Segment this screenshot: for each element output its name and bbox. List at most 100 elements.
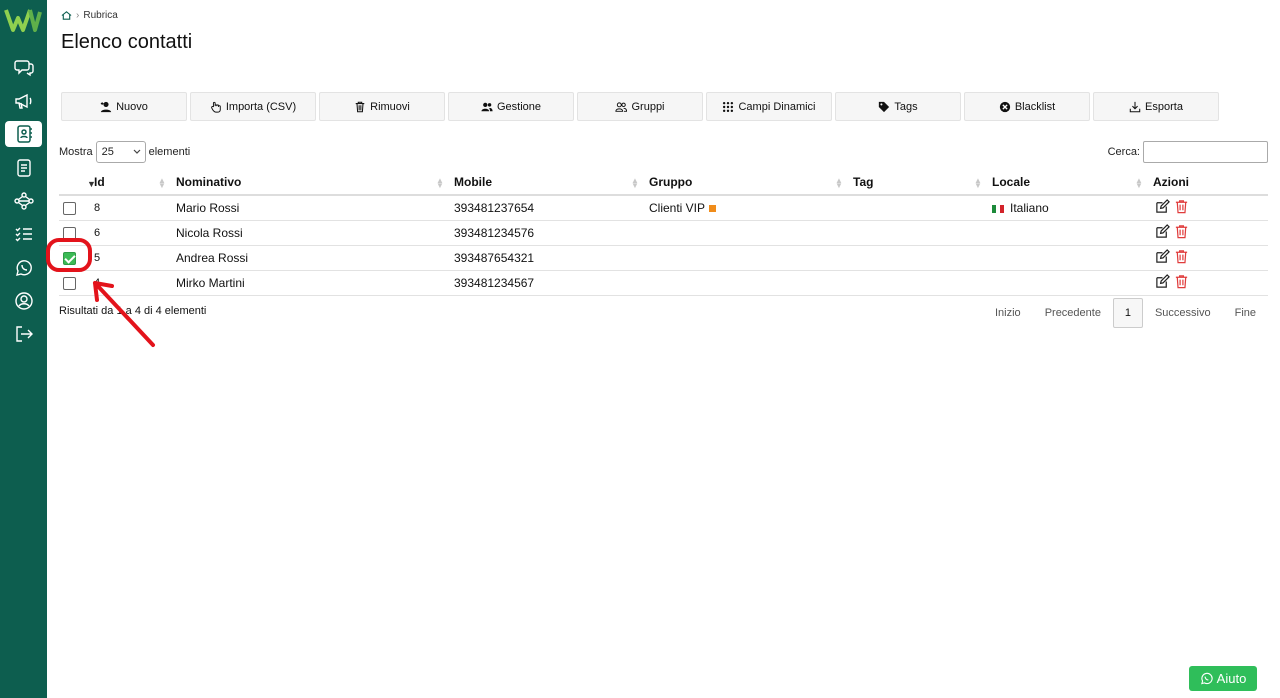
breadcrumb: › Rubrica [61, 10, 118, 21]
notebook-icon[interactable] [5, 155, 42, 181]
locale-label: Italiano [1010, 200, 1049, 215]
profile-icon[interactable] [5, 288, 42, 314]
add-user-icon [100, 101, 112, 112]
header-mobile-label: Mobile [454, 175, 492, 189]
cell-group [649, 220, 853, 246]
remove-button[interactable]: Rimuovi [319, 92, 445, 121]
tags-button[interactable]: Tags [835, 92, 961, 121]
hand-pointer-icon [211, 101, 221, 113]
export-label: Esporta [1145, 100, 1183, 113]
help-button[interactable]: Aiuto [1189, 666, 1257, 691]
cell-locale [992, 270, 1153, 296]
pagination: Inizio Precedente 1 Successivo Fine [983, 298, 1268, 328]
header-mobile[interactable]: Mobile ▲ ▼ [454, 170, 649, 196]
contacts-icon[interactable] [5, 121, 42, 147]
page-first[interactable]: Inizio [983, 298, 1033, 328]
delete-icon[interactable] [1174, 199, 1189, 214]
edit-icon[interactable] [1155, 223, 1170, 239]
row-checkbox[interactable] [63, 201, 76, 215]
breadcrumb-current: Rubrica [83, 10, 118, 21]
header-tag[interactable]: Tag ▲ ▼ [853, 170, 992, 196]
page-length-select[interactable]: 25 [95, 141, 146, 163]
search-input[interactable] [1143, 141, 1268, 163]
grid-icon [723, 101, 734, 112]
table-info: Risultati da 1 a 4 di 4 elementi [59, 305, 207, 317]
header-tag-label: Tag [853, 175, 874, 189]
delete-icon[interactable] [1174, 274, 1189, 289]
whatsapp-icon[interactable] [5, 255, 42, 281]
row-checkbox[interactable] [63, 276, 76, 290]
page-current[interactable]: 1 [1112, 298, 1143, 328]
edit-icon[interactable] [1155, 198, 1170, 214]
manage-button[interactable]: Gestione [448, 92, 574, 121]
row-actions [1155, 248, 1189, 264]
edit-icon[interactable] [1155, 273, 1170, 289]
page-title: Elenco contatti [61, 31, 193, 53]
groups-label: Gruppi [631, 100, 665, 113]
header-actions: Azioni [1153, 170, 1268, 196]
export-button[interactable]: Esporta [1093, 92, 1219, 121]
remove-label: Rimuovi [370, 100, 410, 113]
ban-icon [999, 101, 1010, 112]
row-select-cell [59, 270, 94, 296]
sort-icon: ▲ ▼ [631, 176, 639, 190]
row-actions [1155, 198, 1189, 214]
users-icon [481, 102, 493, 111]
blacklist-button[interactable]: Blacklist [964, 92, 1090, 121]
cell-name: Andrea Rossi [176, 245, 454, 271]
import-csv-button[interactable]: Importa (CSV) [190, 92, 316, 121]
cell-actions [1153, 195, 1268, 221]
chat-icon[interactable] [5, 54, 42, 80]
row-checkbox[interactable] [63, 251, 76, 265]
cell-locale [992, 245, 1153, 271]
header-locale-label: Locale [992, 175, 1031, 189]
cell-group [649, 270, 853, 296]
dynamic-fields-label: Campi Dinamici [738, 100, 816, 113]
row-actions [1155, 273, 1189, 289]
cell-tag [853, 220, 992, 246]
dynamic-fields-button[interactable]: Campi Dinamici [706, 92, 832, 121]
delete-icon[interactable] [1174, 249, 1189, 264]
delete-icon[interactable] [1174, 224, 1189, 239]
table-row[interactable]: 5 Andrea Rossi 393487654321 [59, 245, 1268, 271]
logout-icon[interactable] [5, 321, 42, 347]
trash-icon [355, 101, 365, 112]
header-id[interactable]: Id ▲ ▼ [94, 170, 176, 196]
megaphone-icon[interactable] [5, 88, 42, 114]
header-name[interactable]: Nominativo ▲ ▼ [176, 170, 454, 196]
home-icon[interactable] [61, 10, 72, 21]
table-row[interactable]: 4 Mirko Martini 393481234567 [59, 270, 1268, 296]
header-locale[interactable]: Locale ▲ ▼ [992, 170, 1153, 196]
sort-icon: ▲ ▼ [436, 176, 444, 190]
flow-icon[interactable] [5, 188, 42, 214]
select-all-header[interactable]: ▼ [59, 170, 96, 196]
page-next[interactable]: Successivo [1143, 298, 1223, 328]
cell-actions [1153, 270, 1268, 296]
edit-icon[interactable] [1155, 248, 1170, 264]
cell-id: 5 [94, 245, 176, 271]
checklist-icon[interactable] [5, 221, 42, 247]
cell-id: 8 [94, 195, 176, 221]
sort-icon: ▲ ▼ [974, 176, 982, 190]
cell-name: Mario Rossi [176, 195, 454, 221]
italy-flag-icon [992, 204, 1004, 213]
toolbar: Nuovo Importa (CSV) Rimuovi Gestione Gru… [61, 92, 1219, 121]
table-row[interactable]: 6 Nicola Rossi 393481234576 [59, 220, 1268, 246]
tag-icon [879, 101, 890, 112]
row-checkbox[interactable] [63, 226, 76, 240]
table-row[interactable]: 8 Mario Rossi 393481237654 Clienti VIP Itali… [59, 195, 1268, 221]
sort-icon: ▲ ▼ [158, 176, 166, 190]
main-content: › Rubrica Elenco contatti Nuovo Importa … [47, 0, 1280, 698]
page-last[interactable]: Fine [1223, 298, 1268, 328]
sort-icon: ▲ ▼ [1135, 176, 1143, 190]
cell-group: Clienti VIP [649, 195, 853, 221]
groups-button[interactable]: Gruppi [577, 92, 703, 121]
whatsapp-icon [1200, 672, 1213, 685]
page-previous[interactable]: Precedente [1033, 298, 1113, 328]
header-group[interactable]: Gruppo ▲ ▼ [649, 170, 853, 196]
length-prefix: Mostra [59, 146, 93, 158]
cell-id: 4 [94, 270, 176, 296]
import-csv-label: Importa (CSV) [225, 100, 297, 113]
table-header-row: ▼ Id ▲ ▼ Nominativo ▲ ▼ Mobile ▲ ▼ Gruppo ▲ ▼ Ta… [59, 170, 1268, 196]
new-contact-button[interactable]: Nuovo [61, 92, 187, 121]
